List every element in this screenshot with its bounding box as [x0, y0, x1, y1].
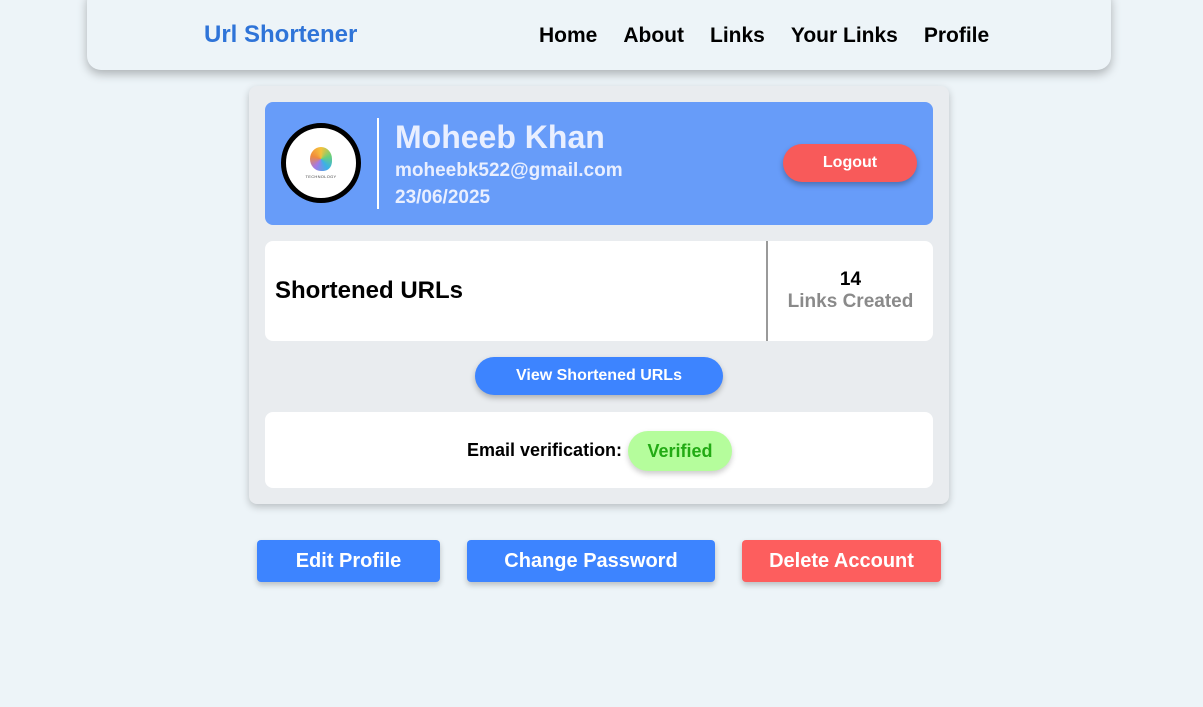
- avatar: TECHNOLOGY: [281, 123, 361, 203]
- view-shortened-urls-button[interactable]: View Shortened URLs: [475, 357, 723, 395]
- delete-account-button[interactable]: Delete Account: [742, 540, 941, 582]
- email-verification-label: Email verification:: [467, 440, 623, 460]
- logout-button[interactable]: Logout: [783, 144, 917, 182]
- verified-status-badge: Verified: [628, 431, 732, 471]
- nav-link-about[interactable]: About: [623, 24, 684, 48]
- email-verification-panel: Email verification: Verified: [265, 412, 933, 488]
- nav-link-home[interactable]: Home: [539, 24, 597, 48]
- profile-header: TECHNOLOGY Moheeb Khan moheebk522@gmail.…: [265, 102, 933, 225]
- user-join-date: 23/06/2025: [395, 187, 491, 208]
- links-count-label: Links Created: [787, 291, 914, 312]
- nav-link-your-links[interactable]: Your Links: [791, 24, 898, 48]
- navbar: Url Shortener Home About Links Your Link…: [87, 0, 1111, 70]
- nav-link-profile[interactable]: Profile: [924, 24, 989, 48]
- technology-head-logo-icon: [310, 147, 332, 171]
- change-password-button[interactable]: Change Password: [467, 540, 715, 582]
- links-count: 14: [839, 269, 862, 290]
- nav-link-links[interactable]: Links: [710, 24, 765, 48]
- brand-logo-link[interactable]: Url Shortener: [204, 21, 357, 49]
- user-name: Moheeb Khan: [395, 119, 605, 155]
- profile-card: TECHNOLOGY Moheeb Khan moheebk522@gmail.…: [249, 86, 949, 504]
- header-divider: [377, 118, 379, 209]
- nav-links: Home About Links Your Links Profile: [539, 24, 1015, 48]
- edit-profile-button[interactable]: Edit Profile: [257, 540, 440, 582]
- user-email: moheebk522@gmail.com: [395, 160, 623, 181]
- stats-title: Shortened URLs: [275, 277, 464, 304]
- shortened-urls-stats: Shortened URLs 14 Links Created: [265, 241, 933, 341]
- avatar-caption: TECHNOLOGY: [305, 174, 337, 179]
